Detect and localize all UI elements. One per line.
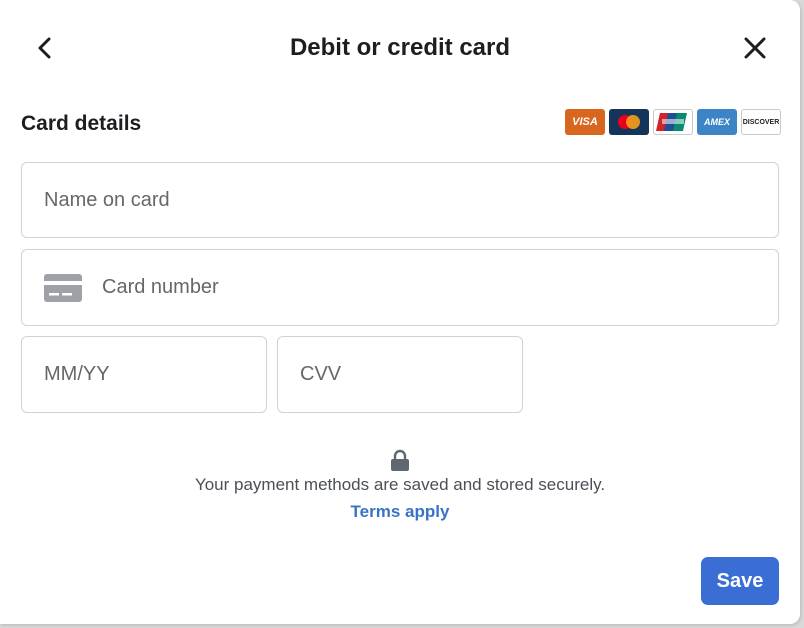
close-button[interactable] bbox=[736, 30, 774, 66]
name-on-card-input[interactable] bbox=[22, 163, 778, 237]
name-on-card-field[interactable] bbox=[21, 162, 779, 238]
discover-logo: DISCOVER bbox=[741, 109, 781, 135]
card-details-heading: Card details bbox=[21, 112, 142, 135]
visa-logo: VISA bbox=[565, 109, 605, 135]
modal-header: Debit or credit card bbox=[0, 0, 800, 96]
card-number-input[interactable] bbox=[22, 250, 778, 325]
card-number-field[interactable] bbox=[21, 249, 779, 326]
terms-apply-link[interactable]: Terms apply bbox=[0, 502, 800, 522]
amex-logo: AMEX bbox=[697, 109, 737, 135]
credit-card-icon bbox=[44, 274, 82, 302]
expiry-input[interactable] bbox=[22, 337, 266, 412]
unionpay-logo bbox=[653, 109, 693, 135]
expiry-field[interactable] bbox=[21, 336, 267, 413]
card-brand-logos: VISA AMEX DISCOVER bbox=[565, 109, 781, 135]
payment-modal: Debit or credit card Card details VISA A… bbox=[0, 0, 800, 624]
cvv-field[interactable] bbox=[277, 336, 523, 413]
close-icon bbox=[744, 37, 766, 59]
cvv-input[interactable] bbox=[278, 337, 522, 412]
mastercard-logo bbox=[609, 109, 649, 135]
modal-title: Debit or credit card bbox=[289, 34, 511, 61]
security-notice: Your payment methods are saved and store… bbox=[194, 475, 606, 494]
save-button[interactable]: Save bbox=[701, 557, 779, 605]
lock-icon bbox=[391, 449, 409, 471]
